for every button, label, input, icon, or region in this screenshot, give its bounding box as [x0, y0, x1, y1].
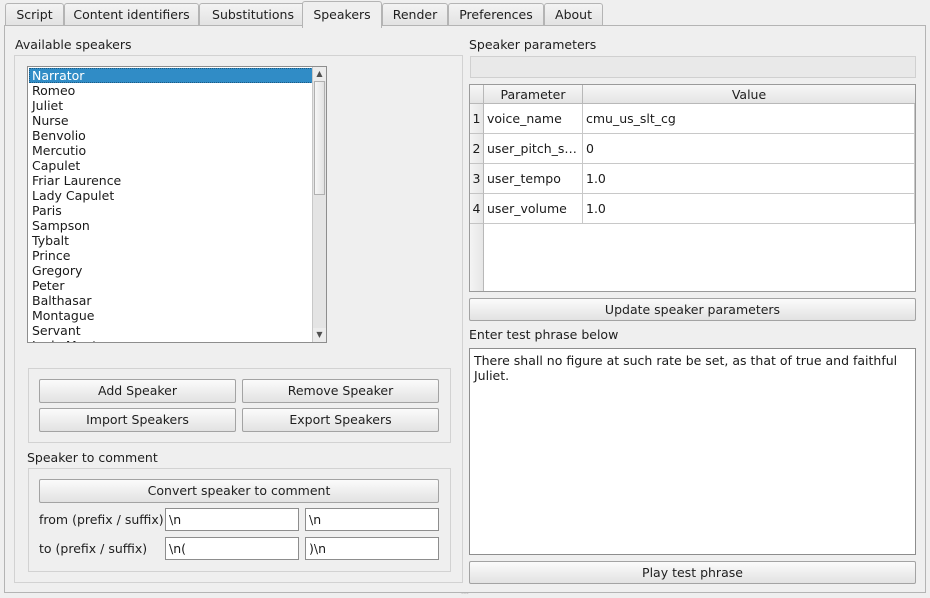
import-speakers-button[interactable]: Import Speakers [39, 408, 236, 432]
speaker-list-items: Narrator Romeo Juliet Nurse Benvolio Mercutio… [29, 68, 313, 342]
speaker-list-item[interactable]: Servant [29, 323, 313, 338]
speaker-list-item[interactable]: Benvolio [29, 128, 313, 143]
speaker-list-item[interactable]: Nurse [29, 113, 313, 128]
row-header[interactable]: 4 [470, 194, 484, 224]
speaker-list-item[interactable]: Lady Capulet [29, 188, 313, 203]
tab-content-identifiers[interactable]: Content identifiers [64, 3, 199, 27]
scroll-up-icon[interactable]: ▲ [313, 67, 326, 81]
speaker-list-item[interactable]: Peter [29, 278, 313, 293]
speaker-list-item[interactable]: Montague [29, 308, 313, 323]
test-phrase-textarea[interactable]: There shall no figure at such rate be se… [469, 348, 916, 555]
table-cell-value[interactable]: 1.0 [583, 194, 915, 224]
table-cell-parameter[interactable]: voice_name [484, 104, 583, 134]
speaker-list-item[interactable]: Gregory [29, 263, 313, 278]
speaker-list-item[interactable]: Romeo [29, 83, 313, 98]
from-suffix-input[interactable] [305, 508, 439, 531]
tab-script[interactable]: Script [5, 3, 64, 27]
scroll-down-icon[interactable]: ▼ [313, 328, 326, 342]
speaker-list-item[interactable]: Paris [29, 203, 313, 218]
speaker-parameters-label: Speaker parameters [469, 37, 597, 52]
speaker-list[interactable]: Narrator Romeo Juliet Nurse Benvolio Mercutio… [27, 66, 327, 343]
speaker-list-item[interactable]: Sampson [29, 218, 313, 233]
row-header[interactable]: 1 [470, 104, 484, 134]
tab-render[interactable]: Render [382, 3, 448, 27]
speaker-list-item[interactable]: Narrator [29, 68, 313, 83]
speaker-list-item[interactable]: Balthasar [29, 293, 313, 308]
convert-speaker-to-comment-button[interactable]: Convert speaker to comment [39, 479, 439, 503]
speaker-list-scrollbar[interactable]: ▲ ▼ [312, 67, 326, 342]
speaker-list-item[interactable]: Friar Laurence [29, 173, 313, 188]
resize-grip-icon[interactable]: ···· [458, 592, 472, 598]
to-suffix-input[interactable] [305, 537, 439, 560]
to-prefix-suffix-label: to (prefix / suffix) [39, 541, 148, 556]
table-cell-value[interactable]: 0 [583, 134, 915, 164]
speaker-list-item[interactable]: Lady Montague [29, 338, 313, 342]
speaker-to-comment-label: Speaker to comment [27, 450, 158, 465]
from-prefix-input[interactable] [165, 508, 299, 531]
speaker-list-item[interactable]: Capulet [29, 158, 313, 173]
table-cell-value[interactable]: 1.0 [583, 164, 915, 194]
speaker-list-item[interactable]: Mercutio [29, 143, 313, 158]
update-speaker-parameters-button[interactable]: Update speaker parameters [469, 298, 916, 321]
export-speakers-button[interactable]: Export Speakers [242, 408, 439, 432]
row-header[interactable]: 2 [470, 134, 484, 164]
tab-preferences[interactable]: Preferences [448, 3, 544, 27]
column-header-parameter[interactable]: Parameter [484, 85, 583, 104]
tab-substitutions[interactable]: Substitutions [199, 3, 307, 27]
play-test-phrase-button[interactable]: Play test phrase [469, 561, 916, 584]
parameter-table[interactable]: Parameter Value 1 voice_name cmu_us_slt_… [469, 84, 916, 292]
remove-speaker-button[interactable]: Remove Speaker [242, 379, 439, 403]
table-cell-value[interactable]: cmu_us_slt_cg [583, 104, 915, 134]
speaker-list-item[interactable]: Prince [29, 248, 313, 263]
available-speakers-label: Available speakers [15, 37, 132, 52]
speaker-parameters-field [470, 56, 916, 78]
speaker-list-item[interactable]: Tybalt [29, 233, 313, 248]
to-prefix-input[interactable] [165, 537, 299, 560]
scroll-thumb[interactable] [314, 81, 325, 195]
table-corner [470, 85, 484, 104]
test-phrase-label: Enter test phrase below [469, 327, 619, 342]
row-header[interactable]: 3 [470, 164, 484, 194]
table-cell-parameter[interactable]: user_volume [484, 194, 583, 224]
from-prefix-suffix-label: from (prefix / suffix) [39, 512, 164, 527]
row-header-filler [470, 224, 484, 291]
tab-about[interactable]: About [544, 3, 603, 27]
column-header-value[interactable]: Value [583, 85, 915, 104]
add-speaker-button[interactable]: Add Speaker [39, 379, 236, 403]
table-cell-parameter[interactable]: user_tempo [484, 164, 583, 194]
speaker-list-item[interactable]: Juliet [29, 98, 313, 113]
tab-speakers[interactable]: Speakers [302, 1, 382, 28]
table-cell-parameter[interactable]: user_pitch_s… [484, 134, 583, 164]
